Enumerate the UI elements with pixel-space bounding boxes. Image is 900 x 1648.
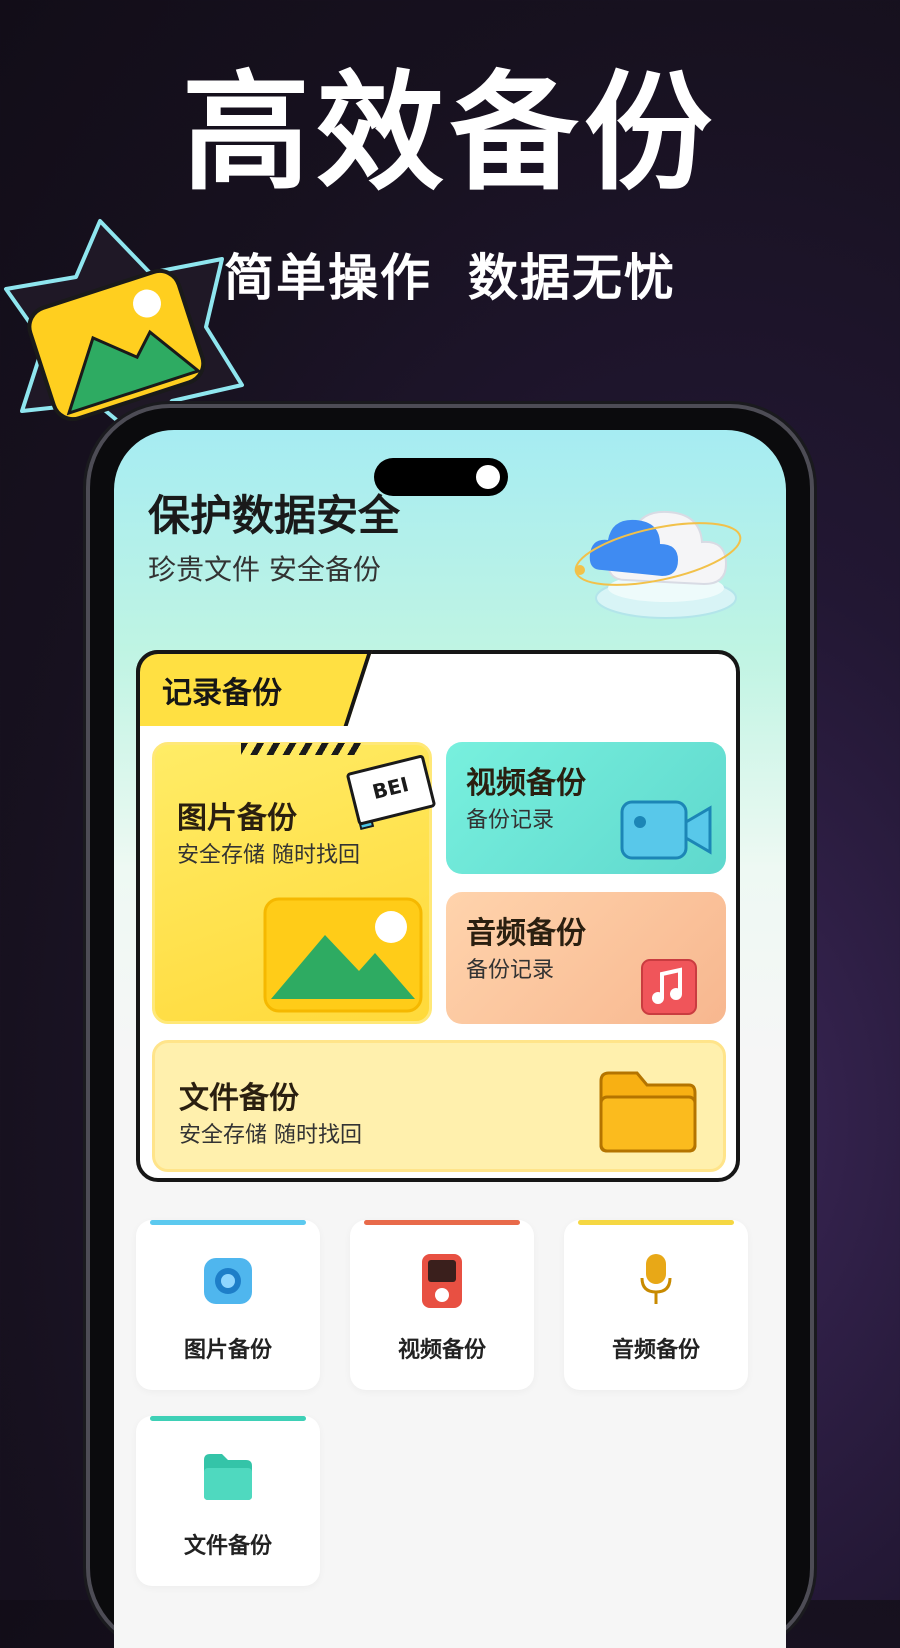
tile-accent-bar — [150, 1220, 306, 1225]
audio-card-subtitle: 备份记录 — [466, 958, 555, 983]
stripe-decoration — [241, 743, 361, 755]
photo-card-title: 图片备份 — [177, 801, 297, 836]
tile-label: 视频备份 — [397, 1338, 486, 1363]
hero-title: 保护数据安全 — [148, 491, 401, 540]
music-note-icon — [641, 959, 697, 1015]
microphone-icon — [640, 1254, 672, 1304]
tile-label: 文件备份 — [183, 1534, 272, 1559]
tile-label: 音频备份 — [611, 1338, 700, 1363]
tile-accent-bar — [150, 1416, 306, 1421]
tile-accent-bar — [364, 1220, 520, 1225]
photo-card-subtitle: 安全存储 随时找回 — [177, 843, 360, 868]
audio-card-title: 音频备份 — [466, 916, 586, 951]
cloud-icon — [574, 510, 742, 619]
tile-accent-bar — [578, 1220, 734, 1225]
tile-audio-backup[interactable]: 音频备份 — [564, 1220, 748, 1390]
video-backup-card[interactable]: 视频备份 备份记录 — [446, 742, 726, 874]
hero-subtitle: 珍贵文件 安全备份 — [148, 553, 381, 586]
tile-file-backup[interactable]: 文件备份 — [136, 1416, 320, 1586]
camera-icon — [204, 1258, 252, 1304]
video-card-subtitle: 备份记录 — [466, 808, 555, 833]
folder-icon — [204, 1454, 252, 1500]
camera-dot-icon — [476, 465, 500, 489]
tile-label: 图片备份 — [183, 1338, 272, 1363]
promo-headline: 高效备份 — [181, 59, 718, 208]
bei-flag-icon: BEI — [345, 754, 437, 826]
tile-photo-backup[interactable]: 图片备份 — [136, 1220, 320, 1390]
promo-tagline-right: 数据无忧 — [468, 249, 676, 307]
app-screen: 保护数据安全 珍贵文件 安全备份 记录备份 BEI 图片备份 安全存储 随时找回 — [114, 430, 786, 1648]
file-card-title: 文件备份 — [179, 1081, 299, 1116]
panel-tab-label: 记录备份 — [162, 676, 282, 711]
video-camera-icon — [620, 800, 712, 860]
file-backup-card[interactable]: 文件备份 安全存储 随时找回 — [152, 1040, 726, 1172]
tile-video-backup[interactable]: 视频备份 — [350, 1220, 534, 1390]
folder-icon — [599, 1071, 697, 1153]
video-card-title: 视频备份 — [466, 766, 586, 801]
backup-records-panel: 记录备份 BEI 图片备份 安全存储 随时找回 视频备份 备份记录 音频备份 备… — [136, 650, 740, 1182]
promo-tagline-left: 简单操作 — [224, 249, 432, 307]
video-player-icon — [422, 1254, 462, 1308]
file-card-subtitle: 安全存储 随时找回 — [179, 1123, 362, 1148]
picture-icon — [263, 897, 423, 1013]
audio-backup-card[interactable]: 音频备份 备份记录 — [446, 892, 726, 1024]
photo-backup-card[interactable]: BEI 图片备份 安全存储 随时找回 — [152, 742, 437, 1024]
phone-frame: 保护数据安全 珍贵文件 安全备份 记录备份 BEI 图片备份 安全存储 随时找回 — [90, 408, 810, 1648]
